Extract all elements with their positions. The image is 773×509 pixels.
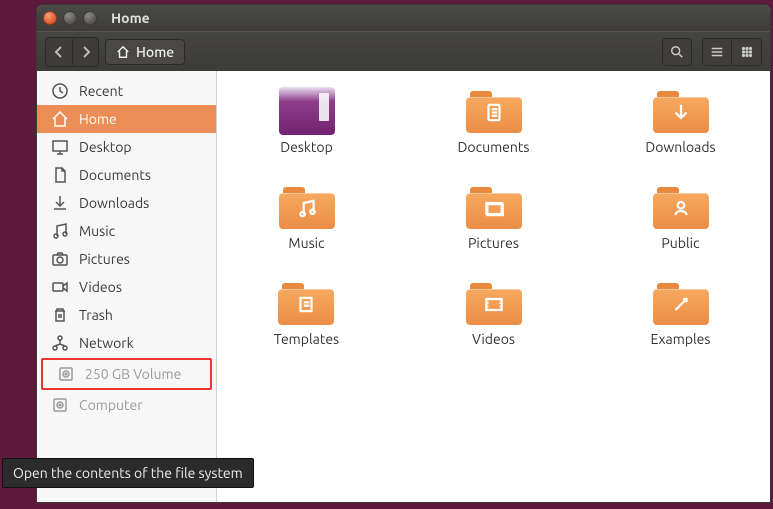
file-templates[interactable]: Templates <box>274 279 339 347</box>
file-label: Music <box>288 235 324 251</box>
music-icon <box>51 222 69 240</box>
file-downloads[interactable]: Downloads <box>645 87 715 155</box>
trash-icon <box>51 306 69 324</box>
window-maximize-button[interactable] <box>83 11 97 25</box>
window-title: Home <box>111 10 150 26</box>
file-label: Pictures <box>468 235 519 251</box>
folder-icon <box>653 87 709 135</box>
document-icon <box>51 166 69 184</box>
sidebar-item-trash[interactable]: Trash <box>37 301 216 329</box>
folder-icon <box>278 279 334 327</box>
file-label: Templates <box>274 331 339 347</box>
sidebar-item-documents[interactable]: Documents <box>37 161 216 189</box>
sidebar-item-pictures[interactable]: Pictures <box>37 245 216 273</box>
file-label: Documents <box>458 139 530 155</box>
sidebar-item-label: Desktop <box>79 139 132 155</box>
file-label: Examples <box>651 331 711 347</box>
clock-icon <box>51 82 69 100</box>
sidebar-item-label: Music <box>79 223 115 239</box>
sidebar-item-downloads[interactable]: Downloads <box>37 189 216 217</box>
sidebar-item-home[interactable]: Home <box>37 105 216 133</box>
sidebar-item-recent[interactable]: Recent <box>37 77 216 105</box>
file-documents[interactable]: Documents <box>458 87 530 155</box>
sidebar-item-computer[interactable]: Computer <box>37 391 216 419</box>
file-pictures[interactable]: Pictures <box>466 183 522 251</box>
video-icon <box>51 278 69 296</box>
window-close-button[interactable] <box>43 11 57 25</box>
grid-icon <box>740 45 754 59</box>
sidebar-item-network[interactable]: Network <box>37 329 216 357</box>
desktop-icon <box>51 138 69 156</box>
file-examples[interactable]: Examples <box>651 279 711 347</box>
forward-button[interactable] <box>72 38 98 66</box>
list-icon <box>710 45 724 59</box>
tooltip: Open the contents of the file system <box>2 458 254 488</box>
content-area: Desktop Documents Downloads Music Pictures Pu… <box>217 71 770 502</box>
breadcrumb-home[interactable]: Home <box>105 39 185 65</box>
window-minimize-button[interactable] <box>63 11 77 25</box>
chevron-left-icon <box>53 46 65 58</box>
sidebar-item-label: Documents <box>79 167 151 183</box>
download-icon <box>51 194 69 212</box>
breadcrumb-label: Home <box>136 44 174 60</box>
file-manager-window: Home Home <box>36 4 771 503</box>
file-desktop[interactable]: Desktop <box>279 87 335 155</box>
file-label: Desktop <box>280 139 333 155</box>
file-label: Downloads <box>645 139 715 155</box>
sidebar-item-label: Home <box>79 111 117 127</box>
sidebar-item-videos[interactable]: Videos <box>37 273 216 301</box>
file-grid: Desktop Documents Downloads Music Pictures Pu… <box>223 87 764 347</box>
highlight-box: 250 GB Volume <box>41 358 212 390</box>
file-public[interactable]: Public <box>653 183 709 251</box>
view-list-button[interactable] <box>702 38 732 66</box>
folder-icon <box>466 87 522 135</box>
chevron-right-icon <box>80 46 92 58</box>
sidebar-item-label: 250 GB Volume <box>85 366 181 382</box>
file-label: Public <box>661 235 699 251</box>
sidebar-item-music[interactable]: Music <box>37 217 216 245</box>
sidebar-item-label: Network <box>79 335 134 351</box>
sidebar-item-label: Videos <box>79 279 122 295</box>
file-music[interactable]: Music <box>279 183 335 251</box>
home-icon <box>116 45 130 59</box>
sidebar-item-label: Trash <box>79 307 113 323</box>
folder-icon <box>653 279 709 327</box>
home-icon <box>51 110 69 128</box>
sidebar-item-label: Recent <box>79 83 123 99</box>
search-icon <box>670 45 684 59</box>
search-button[interactable] <box>662 38 692 66</box>
folder-icon <box>466 183 522 231</box>
sidebar-item-label: Computer <box>79 397 143 413</box>
titlebar: Home <box>37 5 770 31</box>
network-icon <box>51 334 69 352</box>
folder-icon <box>466 279 522 327</box>
toolbar: Home <box>37 31 770 71</box>
sidebar-item-desktop[interactable]: Desktop <box>37 133 216 161</box>
back-button[interactable] <box>46 38 72 66</box>
sidebar-item-label: Pictures <box>79 251 130 267</box>
camera-icon <box>51 250 69 268</box>
disk-icon <box>51 396 69 414</box>
view-grid-button[interactable] <box>732 38 762 66</box>
sidebar-item-label: Downloads <box>79 195 149 211</box>
disk-icon <box>57 365 75 383</box>
file-label: Videos <box>472 331 515 347</box>
folder-icon <box>653 183 709 231</box>
sidebar: Recent Home Desktop Documents Downloads Music… <box>37 71 217 502</box>
desktop-folder-icon <box>279 87 335 135</box>
file-videos[interactable]: Videos <box>466 279 522 347</box>
folder-icon <box>279 183 335 231</box>
sidebar-item-250-gb-volume[interactable]: 250 GB Volume <box>43 360 210 388</box>
nav-group <box>45 37 99 67</box>
